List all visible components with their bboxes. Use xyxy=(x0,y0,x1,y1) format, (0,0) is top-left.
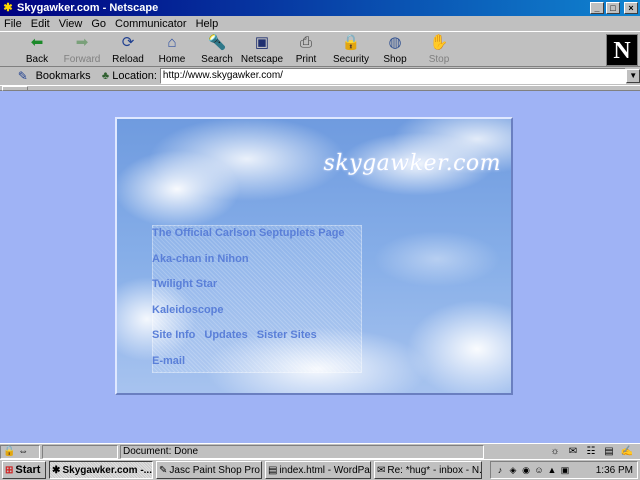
print-icon: ⎙ xyxy=(299,34,312,51)
lock-icon: 🔒 xyxy=(341,34,361,51)
stop-button[interactable]: ✋ Stop xyxy=(424,34,454,66)
security-button[interactable]: 🔒 Security xyxy=(332,34,370,66)
page-proxy-icon[interactable]: ♣ xyxy=(99,70,113,82)
navigator-icon[interactable]: ☼ xyxy=(546,446,564,457)
minimize-button[interactable]: _ xyxy=(590,2,604,14)
progress-bar xyxy=(42,444,118,459)
menu-edit[interactable]: Edit xyxy=(31,18,50,30)
forward-label: Forward xyxy=(63,54,101,65)
forward-arrow-icon: ➡ xyxy=(75,34,89,51)
stop-label: Stop xyxy=(428,54,450,65)
shop-button[interactable]: ◍ Shop xyxy=(380,34,410,66)
link-panel xyxy=(152,225,362,373)
task-mail[interactable]: ✉ Re: *hug* - inbox - N... xyxy=(374,461,482,479)
reload-icon: ⟳ xyxy=(121,34,135,51)
home-label: Home xyxy=(158,54,186,65)
netscape-icon: ▣ xyxy=(254,34,270,51)
stop-icon: ✋ xyxy=(429,34,449,51)
shop-icon: ◍ xyxy=(388,34,402,51)
print-label: Print xyxy=(295,54,317,65)
netscape-button[interactable]: ▣ Netscape xyxy=(240,34,284,66)
task-paintshop[interactable]: ✎ Jasc Paint Shop Pro ... xyxy=(156,461,262,479)
wordpad-icon: ▤ xyxy=(268,464,278,476)
display-icon[interactable]: ▣ xyxy=(559,465,571,476)
volume-icon[interactable]: ♪ xyxy=(494,465,506,475)
reload-button[interactable]: ⟳ Reload xyxy=(108,34,148,66)
shop-label: Shop xyxy=(383,54,407,65)
menu-view[interactable]: View xyxy=(59,18,83,30)
forward-button[interactable]: ➡ Forward xyxy=(62,34,102,66)
mail-icon: ✉ xyxy=(377,464,386,476)
task-label: Re: *hug* - inbox - N... xyxy=(387,464,482,476)
netscape-logo[interactable]: N xyxy=(606,34,638,66)
link-twilight-star[interactable]: Twilight Star xyxy=(152,278,217,290)
task-label: Skygawker.com -... xyxy=(62,464,153,476)
menu-help[interactable]: Help xyxy=(196,18,219,30)
mail-icon[interactable]: ✉ xyxy=(564,446,582,457)
task-label: Jasc Paint Shop Pro ... xyxy=(169,464,262,476)
title-bar[interactable]: ✱ Skygawker.com - Netscape _ □ × xyxy=(0,0,640,16)
security-status[interactable]: 🔒 ⇔ xyxy=(0,444,40,459)
alert-icon[interactable]: ▲ xyxy=(546,465,558,475)
home-button[interactable]: ⌂ Home xyxy=(154,34,190,66)
task-wordpad[interactable]: ▤ index.html - WordPad xyxy=(265,461,371,479)
netscape-label: Netscape xyxy=(240,54,284,65)
start-label: Start xyxy=(15,464,41,476)
info-links: Site Info Updates Sister Sites xyxy=(152,329,326,341)
menu-communicator[interactable]: Communicator xyxy=(115,18,187,30)
menu-bar: File Edit View Go Communicator Help xyxy=(0,16,640,31)
back-button[interactable]: ⬅ Back xyxy=(20,34,54,66)
link-aka-chan[interactable]: Aka-chan in Nihon xyxy=(152,253,249,265)
window-title: Skygawker.com - Netscape xyxy=(17,2,159,14)
close-button[interactable]: × xyxy=(624,2,638,14)
system-tray: ♪ ◈ ◉ ☺ ▲ ▣ 1:36 PM xyxy=(490,461,638,479)
network-icon[interactable]: ◉ xyxy=(520,465,532,476)
reload-label: Reload xyxy=(112,54,144,65)
newsgroups-icon[interactable]: ☷ xyxy=(582,446,600,457)
antivirus-icon[interactable]: ◈ xyxy=(507,465,519,476)
task-label: index.html - WordPad xyxy=(279,464,371,476)
search-label: Search xyxy=(201,54,233,65)
status-bar: 🔒 ⇔ Document: Done ☼ ✉ ☷ ▤ ✍ xyxy=(0,443,640,459)
start-button[interactable]: ⊞ Start xyxy=(2,461,46,479)
link-kaleidoscope[interactable]: Kaleidoscope xyxy=(152,304,224,316)
clock[interactable]: 1:36 PM xyxy=(596,465,633,476)
netscape-icon: ✱ xyxy=(52,464,61,476)
location-label: Location: xyxy=(112,70,157,82)
link-site-info[interactable]: Site Info xyxy=(152,329,195,341)
bookmarks-button[interactable]: Bookmarks xyxy=(36,70,91,82)
page-content: skygawker.com The Official Carlson Septu… xyxy=(0,91,640,443)
bookmarks-icon[interactable]: ✎ xyxy=(14,69,32,83)
component-bar: ☼ ✉ ☷ ▤ ✍ xyxy=(546,446,636,457)
menu-file[interactable]: File xyxy=(4,18,22,30)
url-dropdown-button[interactable]: ▼ xyxy=(626,69,640,83)
taskbar: ⊞ Start ✱ Skygawker.com -... ✎ Jasc Pain… xyxy=(0,459,640,480)
print-button[interactable]: ⎙ Print xyxy=(290,34,322,66)
windows-logo-icon: ⊞ xyxy=(5,464,14,476)
security-label: Security xyxy=(332,54,370,65)
addressbook-icon[interactable]: ▤ xyxy=(600,446,618,457)
search-button[interactable]: 🔦 Search xyxy=(198,34,236,66)
back-label: Back xyxy=(25,54,49,65)
paintshop-icon: ✎ xyxy=(159,464,168,476)
link-sister-sites[interactable]: Sister Sites xyxy=(257,329,317,341)
menu-go[interactable]: Go xyxy=(91,18,106,30)
back-arrow-icon: ⬅ xyxy=(30,34,44,51)
link-carlson-septuplets[interactable]: The Official Carlson Septuplets Page xyxy=(152,227,345,239)
maximize-button[interactable]: □ xyxy=(606,2,620,14)
sky-banner: skygawker.com The Official Carlson Septu… xyxy=(115,117,513,395)
site-logo: skygawker.com xyxy=(323,151,501,176)
url-input[interactable]: http://www.skygawker.com/ xyxy=(159,68,627,84)
status-text: Document: Done xyxy=(120,444,484,459)
search-icon: 🔦 xyxy=(207,34,227,51)
link-updates[interactable]: Updates xyxy=(204,329,247,341)
navigation-toolbar: ⬅ Back ➡ Forward ⟳ Reload ⌂ Home 🔦 Searc… xyxy=(0,31,640,67)
link-email[interactable]: E-mail xyxy=(152,355,185,367)
task-netscape[interactable]: ✱ Skygawker.com -... xyxy=(49,461,153,479)
location-toolbar: ✎ Bookmarks ♣ Location: http://www.skyga… xyxy=(0,67,640,85)
composer-icon[interactable]: ✍ xyxy=(618,446,636,457)
netscape-app-icon: ✱ xyxy=(3,2,13,14)
home-icon: ⌂ xyxy=(167,34,177,51)
messenger-icon[interactable]: ☺ xyxy=(533,465,545,475)
